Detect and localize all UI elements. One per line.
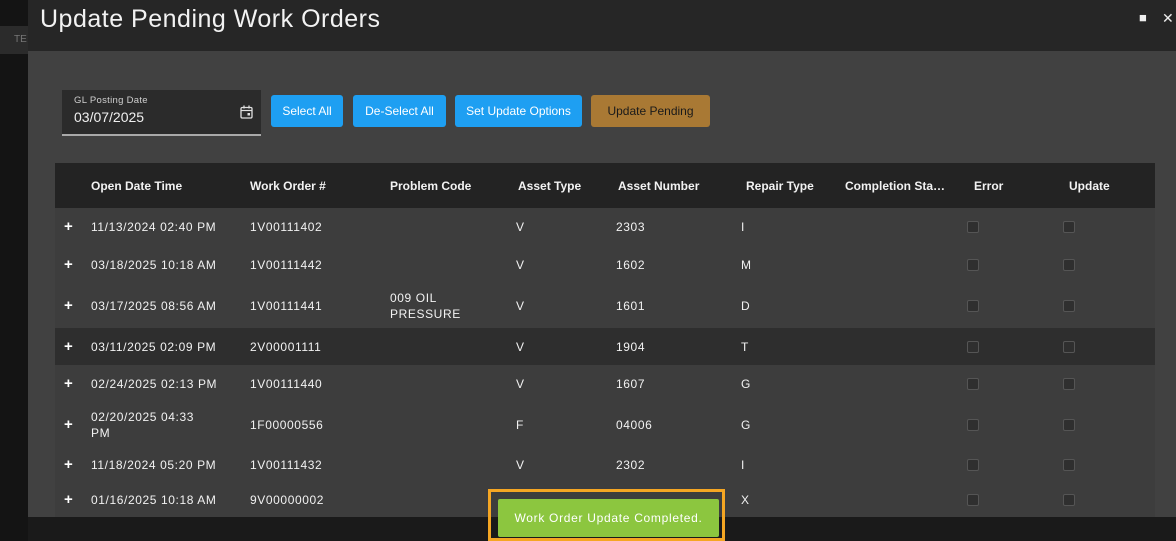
cell-open-date-time: 03/17/2025 08:56 AM xyxy=(91,299,217,313)
cell-work-order: 1F00000556 xyxy=(250,417,324,432)
expand-row-icon[interactable]: + xyxy=(64,456,73,473)
dialog-title: Update Pending Work Orders xyxy=(40,5,381,33)
cell-asset-number: 1607 xyxy=(616,377,646,391)
dialog-titlebar: Update Pending Work Orders ■ ✕ xyxy=(28,0,1176,51)
col-repair-type[interactable]: Repair Type xyxy=(746,179,814,193)
cell-open-date-time: 11/18/2024 05:20 PM xyxy=(91,457,217,472)
cell-work-order: 1V00111442 xyxy=(250,258,323,272)
cell-work-order: 2V00001111 xyxy=(250,339,322,354)
update-checkbox[interactable] xyxy=(1063,300,1075,312)
col-open-date-time[interactable]: Open Date Time xyxy=(91,179,182,193)
table-row[interactable]: +11/18/2024 05:20 PM 1V00111432 V 2302 I xyxy=(55,446,1155,483)
cell-work-order: 9V00000002 xyxy=(250,493,325,507)
cell-asset-type: V xyxy=(516,258,525,272)
expand-row-icon[interactable]: + xyxy=(64,375,73,392)
deselect-all-button[interactable]: De-Select All xyxy=(353,95,446,127)
cell-asset-number: 1602 xyxy=(616,258,646,272)
cell-repair-type: X xyxy=(741,493,750,507)
update-checkbox[interactable] xyxy=(1063,378,1075,390)
table-row[interactable]: +02/20/2025 04:33 PM 1F00000556 F 04006 G xyxy=(55,403,1155,446)
update-checkbox[interactable] xyxy=(1063,259,1075,271)
cell-open-date-time: 01/16/2025 10:18 AM xyxy=(91,493,217,507)
col-asset-number[interactable]: Asset Number xyxy=(618,179,699,193)
cell-work-order: 1V00111441 xyxy=(250,299,323,313)
select-all-button[interactable]: Select All xyxy=(271,95,343,127)
close-icon[interactable]: ✕ xyxy=(1162,10,1174,27)
set-update-options-button[interactable]: Set Update Options xyxy=(455,95,582,127)
error-checkbox[interactable] xyxy=(967,494,979,506)
gl-posting-date-label: GL Posting Date xyxy=(74,95,148,106)
expand-row-icon[interactable]: + xyxy=(64,256,73,273)
cell-asset-type: V xyxy=(516,339,525,354)
col-problem-code[interactable]: Problem Code xyxy=(390,179,471,193)
error-checkbox[interactable] xyxy=(967,259,979,271)
cell-work-order: 1V00111402 xyxy=(250,220,323,234)
cell-problem-code: 009 OIL PRESSURE xyxy=(390,291,461,321)
cell-open-date-time: 03/11/2025 02:09 PM xyxy=(91,339,217,354)
background-panel xyxy=(0,0,28,541)
col-update[interactable]: Update xyxy=(1069,179,1110,193)
cell-repair-type: M xyxy=(741,258,752,272)
cell-repair-type: I xyxy=(741,457,745,472)
cell-asset-number: 2302 xyxy=(616,457,646,472)
table-row[interactable]: +11/13/2024 02:40 PM 1V00111402 V 2303 I xyxy=(55,208,1155,246)
calendar-icon[interactable] xyxy=(240,105,253,119)
expand-row-icon[interactable]: + xyxy=(64,416,73,433)
cell-repair-type: G xyxy=(741,417,751,432)
error-checkbox[interactable] xyxy=(967,378,979,390)
expand-row-icon[interactable]: + xyxy=(64,338,73,355)
col-error[interactable]: Error xyxy=(974,179,1003,193)
toast-message: Work Order Update Completed. xyxy=(498,499,719,537)
work-orders-table: Open Date Time Work Order # Problem Code… xyxy=(55,163,1155,517)
cell-asset-number: 2303 xyxy=(616,220,646,234)
cell-asset-type: V xyxy=(516,299,525,313)
gl-posting-date-value[interactable]: 03/07/2025 xyxy=(74,109,144,125)
col-work-order[interactable]: Work Order # xyxy=(250,179,326,193)
update-checkbox[interactable] xyxy=(1063,494,1075,506)
error-checkbox[interactable] xyxy=(967,340,979,353)
cell-asset-type: F xyxy=(516,417,524,432)
cell-repair-type: D xyxy=(741,299,751,313)
gl-posting-date-field[interactable]: GL Posting Date 03/07/2025 xyxy=(62,90,261,136)
cell-asset-number: 1904 xyxy=(616,339,646,354)
cell-open-date-time: 02/20/2025 04:33 PM xyxy=(91,409,195,440)
table-row[interactable]: +03/17/2025 08:56 AM 1V00111441 009 OIL PR… xyxy=(55,284,1155,328)
cell-asset-type: V xyxy=(516,377,525,391)
cell-asset-type: V xyxy=(516,220,525,234)
error-checkbox[interactable] xyxy=(967,300,979,312)
table-row[interactable]: +02/24/2025 02:13 PM 1V00111440 V 1607 G xyxy=(55,365,1155,403)
table-header: Open Date Time Work Order # Problem Code… xyxy=(55,163,1155,208)
cell-asset-number: 1601 xyxy=(616,299,646,313)
error-checkbox[interactable] xyxy=(967,418,979,431)
cell-repair-type: T xyxy=(741,339,749,354)
cell-repair-type: G xyxy=(741,377,751,391)
col-asset-type[interactable]: Asset Type xyxy=(518,179,581,193)
table-row[interactable]: +03/11/2025 02:09 PM 2V00001111 V 1904 T xyxy=(55,328,1155,365)
update-checkbox[interactable] xyxy=(1063,418,1075,431)
cell-repair-type: I xyxy=(741,220,745,234)
error-checkbox[interactable] xyxy=(967,458,979,471)
cell-work-order: 1V00111440 xyxy=(250,377,323,391)
update-checkbox[interactable] xyxy=(1063,221,1075,233)
error-checkbox[interactable] xyxy=(967,221,979,233)
update-checkbox[interactable] xyxy=(1063,340,1075,353)
cell-open-date-time: 03/18/2025 10:18 AM xyxy=(91,258,217,272)
expand-row-icon[interactable]: + xyxy=(64,218,73,235)
cell-asset-type: V xyxy=(516,457,525,472)
cell-asset-number: 04006 xyxy=(616,417,653,432)
cell-open-date-time: 11/13/2024 02:40 PM xyxy=(91,220,217,234)
expand-row-icon[interactable]: + xyxy=(64,491,73,508)
square-icon[interactable]: ■ xyxy=(1139,10,1147,25)
cell-open-date-time: 02/24/2025 02:13 PM xyxy=(91,377,218,391)
background-tab-label: TE xyxy=(14,34,27,45)
col-completion-status[interactable]: Completion Sta… xyxy=(845,179,945,193)
expand-row-icon[interactable]: + xyxy=(64,297,73,314)
update-checkbox[interactable] xyxy=(1063,458,1075,471)
table-row[interactable]: +03/18/2025 10:18 AM 1V00111442 V 1602 M xyxy=(55,246,1155,284)
cell-work-order: 1V00111432 xyxy=(250,457,323,472)
update-pending-button[interactable]: Update Pending xyxy=(591,95,710,127)
